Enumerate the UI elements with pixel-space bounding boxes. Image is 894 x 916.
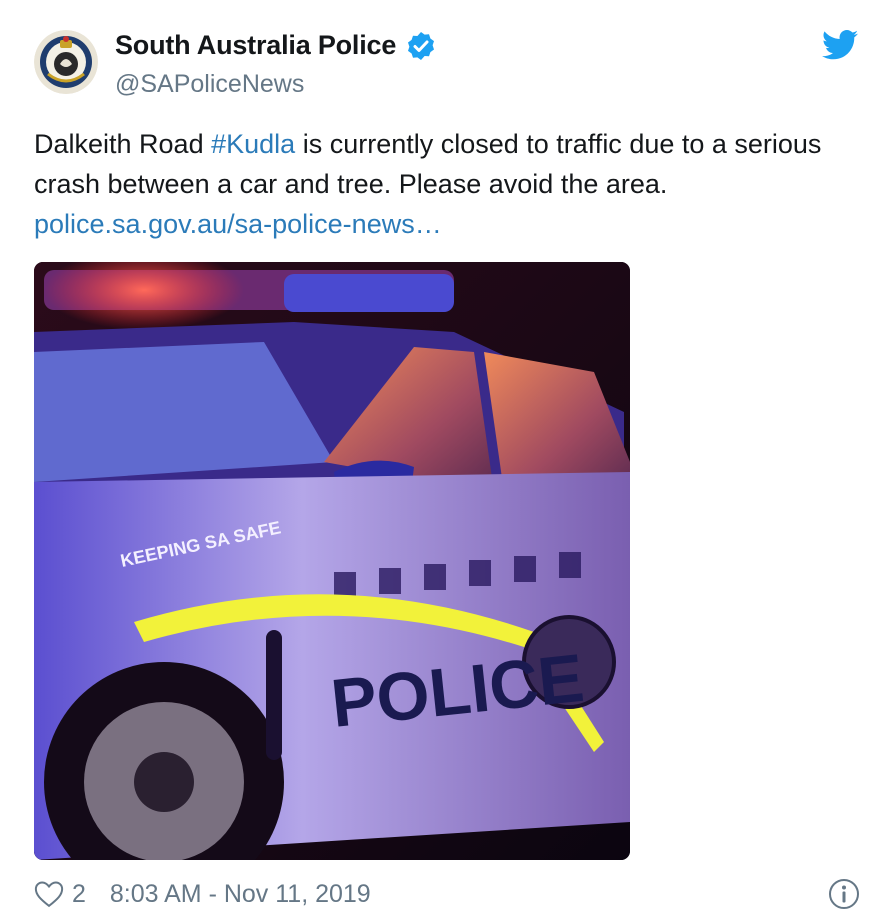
twitter-bird-icon[interactable] xyxy=(822,30,858,60)
display-name-text[interactable]: South Australia Police xyxy=(115,30,396,61)
info-icon[interactable] xyxy=(828,878,860,910)
timestamp[interactable]: 8:03 AM - Nov 11, 2019 xyxy=(110,880,371,909)
police-car-photo[interactable]: KEEPING SA SAFE POLICE xyxy=(34,262,630,860)
sa-police-badge-icon xyxy=(34,30,98,94)
author-handle[interactable]: @SAPoliceNews xyxy=(115,70,304,99)
like-count: 2 xyxy=(72,879,86,908)
heart-icon[interactable] xyxy=(34,880,64,908)
tweet-card: South Australia Police @SAPoliceNews Dal… xyxy=(0,0,894,916)
display-name[interactable]: South Australia Police xyxy=(115,30,436,61)
news-link[interactable]: police.sa.gov.au/sa-police-news… xyxy=(34,209,442,239)
sa-police-avatar[interactable] xyxy=(34,30,98,94)
police-car-image: KEEPING SA SAFE POLICE xyxy=(34,262,630,860)
tweet-text: Dalkeith Road #Kudla is currently closed… xyxy=(34,124,854,244)
tweet-text-part: Dalkeith Road xyxy=(34,129,212,159)
hashtag-link[interactable]: #Kudla xyxy=(211,129,295,159)
tweet-footer: 2 8:03 AM - Nov 11, 2019 xyxy=(34,876,860,912)
verified-badge-icon xyxy=(408,31,435,60)
